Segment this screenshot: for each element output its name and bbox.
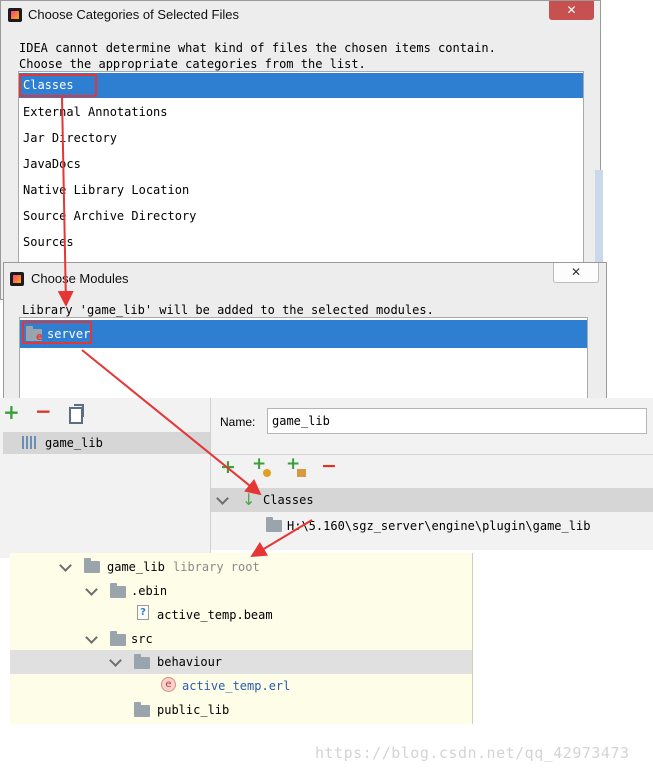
dialog-message: Library 'game_lib' will be added to the … [22,303,434,317]
highlight-classes-box [19,74,97,97]
name-input-value: game_lib [272,414,330,428]
chevron-down-icon [216,492,229,505]
category-item-classes[interactable]: Classes [19,73,583,98]
folder-icon [134,654,150,669]
unknown-file-icon: ? [137,605,149,620]
dialog-message-line-1: IDEA cannot determine what kind of files… [19,41,496,55]
choose-categories-dialog: Choose Categories of Selected Files ✕ ID… [0,0,601,301]
folder-icon [110,583,126,598]
libraries-panel: + − game_lib [0,398,211,558]
intellij-app-icon [8,8,22,22]
dialog-titlebar[interactable]: Choose Modules ✕ [4,263,606,291]
library-detail-panel: Name: game_lib + + + − ↓ Classes H:\5.16… [211,398,653,550]
dialog-titlebar[interactable]: Choose Categories of Selected Files ✕ [1,1,600,29]
close-button[interactable]: ✕ [553,263,599,283]
chevron-down-icon [109,654,122,667]
close-button[interactable]: ✕ [549,1,594,20]
window-scrollbar-strip [595,170,603,265]
name-input[interactable]: game_lib [267,408,647,434]
watermark: https://blog.csdn.net/qq_42973473 [315,744,630,762]
tree-row-ebin[interactable]: .ebin [10,579,472,603]
chevron-down-icon [85,583,98,596]
erlang-file-icon: e [161,677,176,692]
modules-list[interactable]: e server [19,317,588,403]
add-root-button[interactable]: + [220,456,236,478]
attach-jar-icon [297,469,306,477]
tree-label-beam-file: active_temp.beam [157,608,273,622]
category-item-external-annotations[interactable]: External Annotations [19,100,583,125]
folder-icon [110,631,126,646]
folder-icon [134,702,150,717]
attach-globe-icon [263,469,271,477]
category-item-source-archive-directory[interactable]: Source Archive Directory [19,204,583,229]
tree-row-game-lib[interactable]: game_lib library root [10,555,472,579]
library-folder-icon [84,558,100,573]
tree-label-erl-file: active_temp.erl [182,679,291,693]
category-item-jar-directory[interactable]: Jar Directory [19,126,583,151]
tree-label-game-lib: game_lib [107,560,165,574]
library-item-game-lib[interactable]: game_lib [3,432,210,454]
classes-path-row[interactable]: H:\5.160\sgz_server\engine\plugin\game_l… [211,515,653,537]
tree-hint-library-root: library root [173,560,260,574]
library-item-label: game_lib [45,436,103,450]
category-item-native-library-location[interactable]: Native Library Location [19,178,583,203]
highlight-server-box [22,321,92,344]
classes-root-icon: ↓ [242,490,256,509]
remove-root-button[interactable]: − [321,455,337,477]
folder-icon [266,517,282,532]
library-bars-icon [22,436,37,449]
remove-library-button[interactable]: − [35,399,52,423]
dialog-title: Choose Categories of Selected Files [28,7,240,22]
intellij-app-icon [10,272,24,286]
tree-label-behaviour: behaviour [157,655,223,669]
tree-row-public-lib[interactable]: public_lib [10,698,472,722]
dialog-message-line-2: Choose the appropriate categories from t… [19,57,366,71]
copy-icon-back [74,404,84,417]
tree-label-public-lib: public_lib [157,703,230,717]
tree-label-src: src [131,632,153,646]
category-item-sources[interactable]: Sources [19,230,583,255]
detail-toolbar: + + + − [211,454,653,485]
tree-label-ebin: .ebin [131,584,168,598]
project-tree-panel: game_lib library root .ebin ? active_tem… [10,553,473,724]
choose-modules-dialog: Choose Modules ✕ Library 'game_lib' will… [3,262,607,403]
add-library-button[interactable]: + [3,400,20,424]
chevron-down-icon [85,631,98,644]
classes-section-row[interactable]: ↓ Classes [211,488,653,512]
tree-row-beam-file[interactable]: ? active_temp.beam [10,603,472,627]
classes-section-label: Classes [263,493,314,507]
module-item-server[interactable]: e server [20,320,587,348]
category-item-javadocs[interactable]: JavaDocs [19,152,583,177]
chevron-down-icon [59,559,72,572]
tree-row-src[interactable]: src [10,627,472,651]
tree-row-behaviour[interactable]: behaviour [10,650,472,674]
name-label: Name: [220,415,256,429]
tree-row-erl-file[interactable]: e active_temp.erl [10,674,472,698]
classes-path-label: H:\5.160\sgz_server\engine\plugin\game_l… [287,519,591,533]
dialog-title: Choose Modules [31,271,129,286]
